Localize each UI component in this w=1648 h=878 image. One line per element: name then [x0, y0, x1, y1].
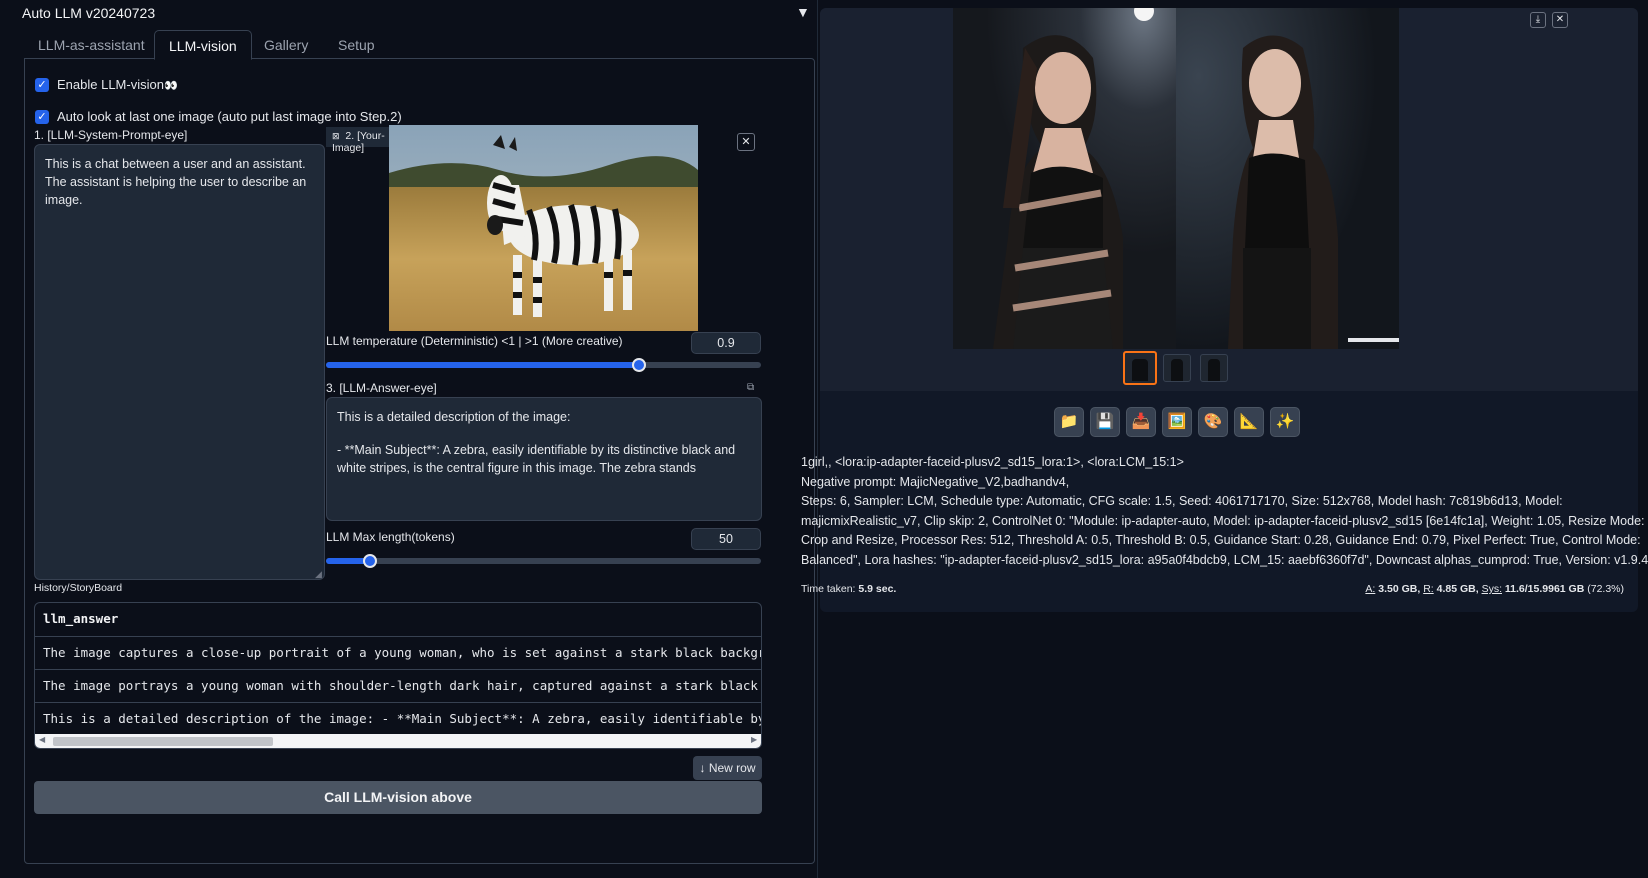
gallery-thumbnail[interactable] — [1163, 354, 1191, 382]
tab-setup[interactable]: Setup — [324, 30, 389, 60]
enable-llm-vision-checkbox[interactable]: ✓ — [35, 78, 49, 92]
enable-llm-vision-label: Enable LLM-vision👀 — [57, 77, 178, 92]
generation-info: 1girl,, <lora:ip-adapter-faceid-plusv2_s… — [801, 455, 1648, 567]
resize-handle-icon[interactable]: ◢ — [315, 569, 322, 580]
image-icon: ⊠ — [332, 131, 340, 141]
system-prompt-label: 1. [LLM-System-Prompt-eye] — [34, 128, 188, 142]
gallery-thumbnail[interactable] — [1200, 354, 1228, 382]
close-icon[interactable]: ✕ — [1552, 12, 1568, 28]
table-row[interactable]: This is a detailed description of the im… — [35, 702, 761, 735]
max-length-slider-thumb[interactable] — [363, 554, 377, 568]
memory-stats: A: 3.50 GB, R: 4.85 GB, Sys: 11.6/15.996… — [1365, 583, 1624, 595]
copy-icon[interactable]: ⧉ — [747, 382, 754, 393]
gallery-panel: ⤓ ✕ 📁 💾 📥 🖼️ 🎨 📐 ✨ 1girl,, <lora:ip-adap… — [801, 8, 1648, 612]
time-taken: Time taken: 5.9 sec. — [801, 583, 897, 595]
accordion-header[interactable]: Auto LLM v20240723 ▼ — [12, 0, 818, 28]
tab-llm-vision[interactable]: LLM-vision — [154, 30, 252, 60]
temperature-input[interactable]: 0.9 — [691, 332, 761, 354]
generated-image-preview[interactable] — [953, 8, 1399, 349]
temperature-slider-thumb[interactable] — [632, 358, 646, 372]
accordion-title: Auto LLM v20240723 — [22, 5, 156, 21]
zip-icon[interactable]: 📥 — [1126, 407, 1156, 437]
download-icon[interactable]: ⤓ — [1530, 12, 1546, 28]
temperature-slider-fill — [326, 362, 639, 368]
history-label: History/StoryBoard — [34, 582, 123, 594]
horizontal-scrollbar[interactable]: ◀ ▶ — [35, 734, 761, 748]
scrollbar-thumb[interactable] — [53, 737, 273, 746]
left-panel: Auto LLM v20240723 ▼ LLM-as-assistant LL… — [0, 0, 818, 878]
magic-icon[interactable]: ✨ — [1270, 407, 1300, 437]
collapse-icon[interactable]: ▼ — [796, 4, 810, 20]
tab-gallery[interactable]: Gallery — [250, 30, 322, 60]
auto-look-label: Auto look at last one image (auto put la… — [57, 109, 402, 124]
history-table: llm_answer The image captures a close-up… — [34, 602, 762, 749]
max-length-label: LLM Max length(tokens) — [326, 530, 455, 544]
max-length-input[interactable]: 50 — [691, 528, 761, 550]
table-row[interactable]: The image captures a close-up portrait o… — [35, 636, 761, 669]
tab-body-llm-vision: ✓ Enable LLM-vision👀 ✓ Auto look at last… — [24, 58, 815, 864]
new-row-button[interactable]: ↓ New row — [693, 756, 762, 780]
answer-label: 3. [LLM-Answer-eye] — [326, 381, 437, 395]
auto-look-checkbox[interactable]: ✓ — [35, 110, 49, 124]
max-length-slider[interactable] — [326, 554, 761, 568]
table-header[interactable]: llm_answer — [35, 603, 761, 636]
temperature-slider[interactable] — [326, 358, 761, 372]
system-prompt-textarea[interactable]: This is a chat between a user and an ass… — [34, 144, 325, 580]
eyes-icon: 👀 — [163, 80, 178, 92]
gallery-thumbnail-selected[interactable] — [1123, 351, 1157, 385]
clear-image-button[interactable]: ✕ — [737, 133, 755, 151]
send-to-inpaint-icon[interactable]: 🎨 — [1198, 407, 1228, 437]
zebra-image — [389, 125, 698, 331]
arrow-down-icon: ↓ — [699, 761, 706, 775]
send-to-img2img-icon[interactable]: 🖼️ — [1162, 407, 1192, 437]
open-folder-icon[interactable]: 📁 — [1054, 407, 1084, 437]
answer-textarea[interactable]: This is a detailed description of the im… — [326, 397, 762, 521]
scroll-right-icon[interactable]: ▶ — [751, 735, 757, 744]
temperature-label: LLM temperature (Deterministic) <1 | >1 … — [326, 334, 623, 348]
save-icon[interactable]: 💾 — [1090, 407, 1120, 437]
call-llm-vision-button[interactable]: Call LLM-vision above — [34, 781, 762, 814]
tab-llm-as-assistant[interactable]: LLM-as-assistant — [24, 30, 159, 60]
send-to-extras-icon[interactable]: 📐 — [1234, 407, 1264, 437]
scroll-left-icon[interactable]: ◀ — [39, 735, 45, 744]
table-row[interactable]: The image portrays a young woman with sh… — [35, 669, 761, 702]
